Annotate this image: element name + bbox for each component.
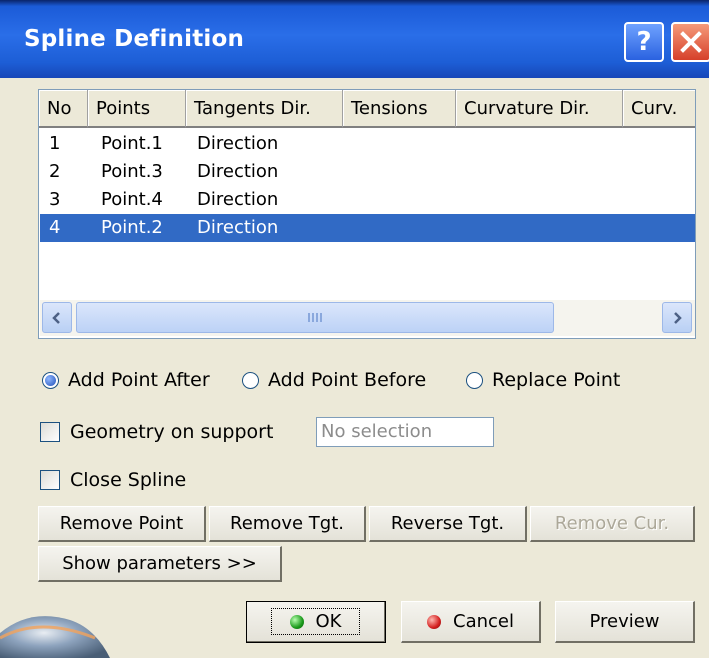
checkbox-label: Geometry on support <box>70 421 274 443</box>
cell-tangent: Direction <box>197 161 279 182</box>
scrollbar-thumb[interactable] <box>76 302 554 333</box>
cell-point: Point.2 <box>101 217 163 238</box>
focus-rect: OK <box>270 608 361 635</box>
checkbox-label: Close Spline <box>70 469 187 491</box>
help-button[interactable]: ? <box>624 22 664 62</box>
close-icon <box>680 31 702 53</box>
grip-icon <box>308 313 322 322</box>
close-button[interactable] <box>671 22 709 62</box>
title-bar[interactable]: Spline Definition ? <box>0 0 709 78</box>
table-header: No Points Tangents Dir. Tensions Curvatu… <box>39 90 695 128</box>
chevron-left-icon <box>52 311 60 324</box>
help-icon: ? <box>636 27 652 57</box>
scroll-left-button[interactable] <box>42 302 72 333</box>
dialog-title: Spline Definition <box>24 26 245 52</box>
reverse-tangent-button[interactable]: Reverse Tgt. <box>369 506 527 542</box>
cancel-status-icon <box>427 614 441 629</box>
horizontal-scrollbar[interactable] <box>40 300 695 336</box>
ok-button[interactable]: OK <box>246 601 386 643</box>
table-row[interactable]: 1 Point.1 Direction <box>40 130 695 158</box>
remove-curvature-button[interactable]: Remove Cur. <box>530 506 695 542</box>
checkbox-icon <box>40 470 60 490</box>
cancel-button[interactable]: Cancel <box>401 601 541 643</box>
column-header-no[interactable]: No <box>39 90 88 128</box>
ok-status-icon <box>289 614 304 629</box>
ok-label: OK <box>315 611 342 632</box>
cell-tangent: Direction <box>197 189 279 210</box>
cell-tangent: Direction <box>197 217 279 238</box>
checkbox-icon <box>40 422 60 442</box>
points-table: No Points Tangents Dir. Tensions Curvatu… <box>38 89 696 339</box>
radio-replace-point[interactable]: Replace Point <box>466 369 620 391</box>
chevron-right-icon <box>674 311 682 324</box>
column-header-points[interactable]: Points <box>88 90 186 128</box>
cell-no: 3 <box>49 189 61 210</box>
column-header-curvature-dir[interactable]: Curvature Dir. <box>456 90 623 128</box>
geometry-on-support-checkbox[interactable]: Geometry on support <box>40 421 273 443</box>
table-row[interactable]: 3 Point.4 Direction <box>40 186 695 214</box>
column-header-tensions[interactable]: Tensions <box>343 90 456 128</box>
cell-no: 1 <box>49 133 61 154</box>
radio-selected-icon <box>42 371 59 389</box>
radio-label: Add Point After <box>68 369 210 391</box>
radio-icon <box>466 371 483 389</box>
remove-point-button[interactable]: Remove Point <box>38 506 206 542</box>
cell-no: 4 <box>49 217 61 238</box>
spline-definition-dialog: Spline Definition ? No Points Tangents D… <box>0 0 709 658</box>
table-row-selected[interactable]: 4 Point.2 Direction <box>40 214 695 242</box>
column-header-tangents-dir[interactable]: Tangents Dir. <box>186 90 343 128</box>
radio-add-point-before[interactable]: Add Point Before <box>242 369 426 391</box>
support-selection-field[interactable]: No selection <box>316 417 494 447</box>
cancel-label: Cancel <box>453 611 514 632</box>
cell-point: Point.1 <box>101 133 163 154</box>
remove-tangent-button[interactable]: Remove Tgt. <box>209 506 366 542</box>
radio-add-point-after[interactable]: Add Point After <box>42 369 210 391</box>
cell-tangent: Direction <box>197 133 279 154</box>
cell-point: Point.3 <box>101 161 163 182</box>
catia-logo-icon <box>0 616 110 658</box>
close-spline-checkbox[interactable]: Close Spline <box>40 469 186 491</box>
radio-label: Replace Point <box>492 369 621 391</box>
cell-point: Point.4 <box>101 189 163 210</box>
scroll-right-button[interactable] <box>662 302 692 333</box>
table-row[interactable]: 2 Point.3 Direction <box>40 158 695 186</box>
show-parameters-button[interactable]: Show parameters >> <box>38 546 282 582</box>
radio-icon <box>242 371 259 389</box>
preview-button[interactable]: Preview <box>555 601 695 643</box>
column-header-curv[interactable]: Curv. <box>623 90 695 128</box>
cell-no: 2 <box>49 161 61 182</box>
radio-label: Add Point Before <box>268 369 427 391</box>
